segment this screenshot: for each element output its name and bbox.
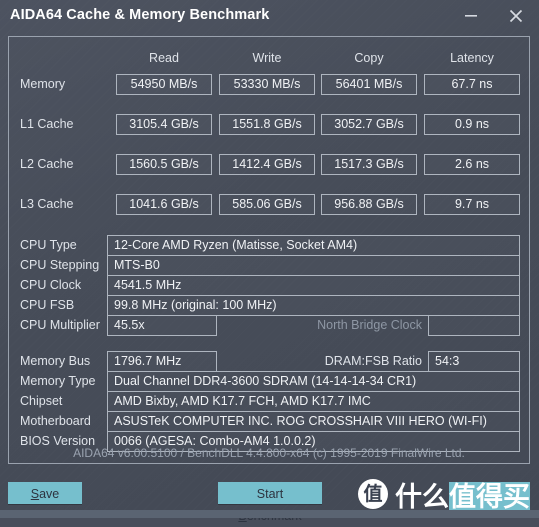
start-benchmark-button[interactable]: Start Benchmark	[218, 482, 322, 523]
save-label-accel: S	[30, 487, 40, 501]
save-button[interactable]: Save	[8, 482, 82, 504]
save-label-suffix: ave	[39, 487, 60, 501]
window-title: AIDA64 Cache & Memory Benchmark	[10, 7, 270, 23]
watermark-logo-icon: 值	[358, 479, 388, 509]
title-bar: AIDA64 Cache & Memory Benchmark	[0, 0, 539, 33]
watermark-text-plain: 什么	[395, 481, 449, 513]
minimize-button[interactable]	[458, 4, 484, 28]
watermark: 值 什么值得买	[358, 475, 530, 514]
minimize-icon	[465, 15, 477, 17]
aida64-benchmark-window: AIDA64 Cache & Memory Benchmark Read Wri…	[0, 0, 539, 523]
close-icon	[509, 9, 523, 23]
watermark-text-highlight: 值得买	[449, 481, 530, 513]
watermark-text: 什么值得买	[395, 475, 530, 514]
close-button[interactable]	[503, 4, 529, 28]
copyright-text: AIDA64 v6.00.5100 / BenchDLL 4.4.800-x64…	[73, 446, 465, 460]
content-panel	[8, 36, 530, 464]
start-label-prefix: Start	[256, 487, 284, 501]
bottom-strip	[0, 510, 539, 518]
